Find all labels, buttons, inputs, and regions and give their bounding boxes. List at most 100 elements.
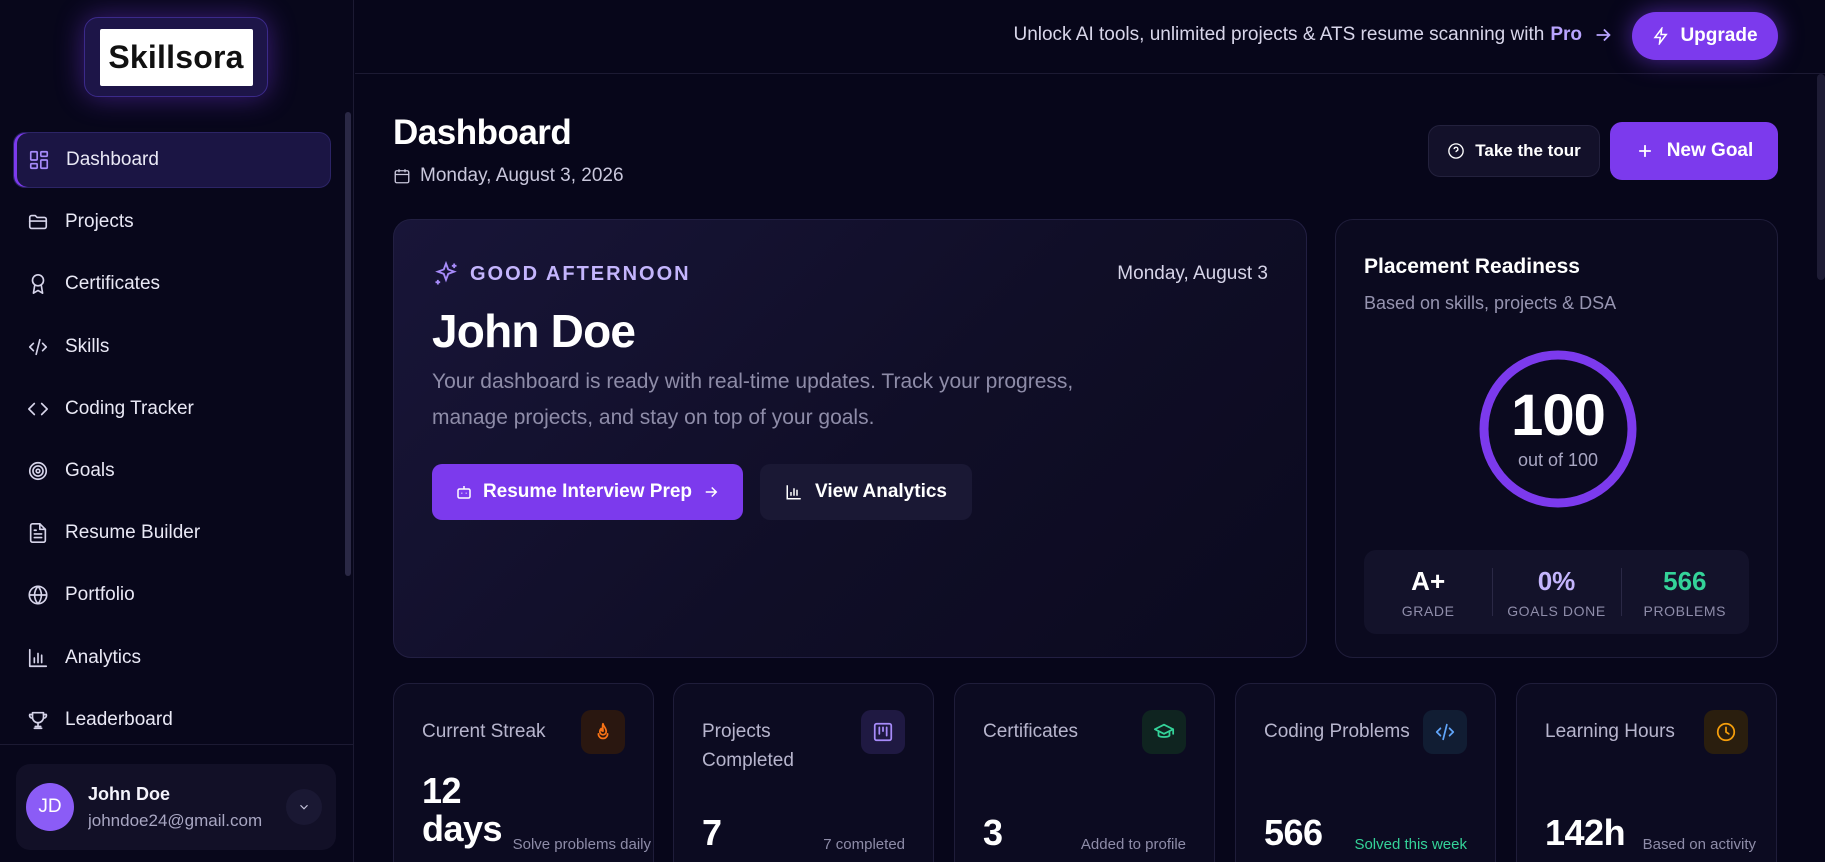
sidebar-item-goals[interactable]: Goals (13, 443, 331, 499)
welcome-date: Monday, August 3 (1117, 263, 1268, 284)
pro-promo[interactable]: Unlock AI tools, unlimited projects & AT… (1013, 24, 1614, 46)
resume-interview-prep-button[interactable]: Resume Interview Prep (432, 464, 743, 520)
stat-card-coding-problems[interactable]: Coding Problems 566 Solved this week (1235, 683, 1496, 862)
folder-icon (27, 211, 49, 233)
stat-card-value: 12 days (422, 770, 503, 849)
readiness-stats: A+ GRADE 0% GOALS DONE 566 PROBLEMS (1364, 550, 1749, 634)
placement-readiness-card: Placement Readiness Based on skills, pro… (1335, 219, 1778, 658)
clock-icon (1704, 710, 1748, 754)
graduation-cap-icon (1142, 710, 1186, 754)
user-card[interactable]: JD John Doe johndoe24@gmail.com (16, 764, 336, 850)
user-email: johndoe24@gmail.com (88, 810, 263, 830)
stat-card-label: Learning Hours (1545, 721, 1675, 742)
sidebar-item-portfolio[interactable]: Portfolio (13, 567, 331, 623)
chevrons-code-icon (27, 398, 49, 420)
stat-card-label: Current Streak (422, 721, 546, 742)
new-goal-label: New Goal (1666, 140, 1754, 161)
readiness-title: Placement Readiness (1364, 255, 1580, 278)
stat-card-value: 142h (1545, 812, 1626, 853)
sidebar-item-label: Coding Tracker (65, 397, 194, 419)
file-text-icon (27, 522, 49, 544)
bar-chart-icon (27, 647, 49, 669)
page-title: Dashboard (393, 113, 572, 152)
sidebar-item-label: Leaderboard (65, 708, 173, 730)
sidebar-scrollbar[interactable] (345, 112, 351, 576)
promo-pro: Pro (1550, 24, 1582, 45)
sidebar-item-label: Resume Builder (65, 522, 201, 544)
sidebar-nav: Dashboard Projects Certificates Skills C… (13, 132, 331, 754)
trophy-icon (27, 709, 49, 731)
stat-label: GOALS DONE (1507, 602, 1606, 619)
user-menu-button[interactable] (286, 789, 322, 825)
sidebar-item-leaderboard[interactable]: Leaderboard (13, 692, 331, 748)
topbar: Unlock AI tools, unlimited projects & AT… (355, 0, 1825, 74)
sidebar-item-certificates[interactable]: Certificates (13, 256, 331, 312)
sidebar-item-resume-builder[interactable]: Resume Builder (13, 505, 331, 561)
take-tour-label: Take the tour (1475, 141, 1581, 160)
readiness-stat-goals: 0% GOALS DONE (1492, 550, 1620, 634)
grid-icon (28, 149, 50, 171)
sidebar-item-projects[interactable]: Projects (13, 194, 331, 250)
stat-card-note: Solve problems daily (512, 836, 651, 853)
stat-card-value: 3 (983, 812, 1003, 853)
stat-card-note: Added to profile (1080, 836, 1186, 853)
welcome-name: John Doe (432, 305, 636, 357)
stat-card-value: 566 (1264, 812, 1323, 853)
stat-card-projects-completed[interactable]: Projects Completed 7 7 completed (673, 683, 934, 862)
readiness-stat-problems: 566 PROBLEMS (1620, 550, 1749, 634)
sparkles-icon (435, 260, 457, 285)
sidebar-item-label: Projects (65, 211, 134, 233)
promo-text: Unlock AI tools, unlimited projects & AT… (1013, 24, 1545, 45)
logo-text: Skillsora (99, 28, 253, 86)
sidebar-item-coding-tracker[interactable]: Coding Tracker (13, 381, 331, 437)
user-info: John Doe johndoe24@gmail.com (88, 784, 278, 831)
user-name: John Doe (88, 783, 171, 804)
stat-label: PROBLEMS (1643, 602, 1727, 619)
arrow-right-icon (705, 486, 718, 498)
stat-card-certificates[interactable]: Certificates 3 Added to profile (954, 683, 1215, 862)
greeting: GOOD AFTERNOON (432, 260, 691, 288)
sidebar-divider (0, 744, 354, 745)
target-icon (27, 460, 49, 482)
page-date-text: Monday, August 3, 2026 (420, 165, 624, 186)
readiness-stat-grade: A+ GRADE (1364, 550, 1492, 634)
stat-value: 566 (1663, 565, 1707, 596)
stat-card-label: Projects Completed (702, 721, 794, 771)
stat-card-label: Coding Problems (1264, 721, 1410, 742)
stat-card-label: Certificates (983, 721, 1079, 742)
zap-icon (1653, 27, 1669, 45)
upgrade-button[interactable]: Upgrade (1632, 12, 1778, 60)
sidebar-item-label: Skills (65, 335, 110, 357)
globe-icon (27, 584, 49, 606)
stat-card-learning-hours[interactable]: Learning Hours 142h Based on activity (1516, 683, 1777, 862)
view-analytics-button[interactable]: View Analytics (760, 464, 972, 520)
code-icon (1423, 710, 1467, 754)
sidebar-item-analytics[interactable]: Analytics (13, 630, 331, 686)
page-date: Monday, August 3, 2026 (393, 165, 624, 187)
stat-card-current-streak[interactable]: Current Streak 12 days Solve problems da… (393, 683, 654, 862)
sidebar-item-label: Portfolio (65, 584, 135, 606)
stat-card-note: Solved this week (1354, 836, 1467, 853)
welcome-card: GOOD AFTERNOON Monday, August 3 John Doe… (393, 219, 1307, 658)
stat-value: 0% (1537, 565, 1576, 596)
new-goal-button[interactable]: New Goal (1610, 122, 1778, 180)
stat-label: GRADE (1401, 602, 1455, 619)
readiness-score-max: out of 100 (1517, 450, 1599, 470)
readiness-subtitle: Based on skills, projects & DSA (1364, 293, 1617, 313)
view-analytics-label: View Analytics (814, 481, 947, 502)
brand-logo[interactable]: Skillsora (84, 17, 268, 97)
main-scrollbar[interactable] (1817, 74, 1825, 280)
sidebar-item-label: Goals (65, 459, 115, 481)
sidebar-item-label: Certificates (65, 273, 161, 295)
help-circle-icon (1448, 143, 1465, 159)
chevron-down-icon (300, 804, 308, 810)
welcome-description: Your dashboard is ready with real-time u… (432, 370, 1074, 429)
kanban-icon (861, 710, 905, 754)
arrow-right-icon (1596, 28, 1611, 42)
avatar: JD (26, 783, 74, 831)
readiness-score: 100 (1511, 383, 1606, 448)
stat-value: A+ (1411, 565, 1446, 596)
take-tour-button[interactable]: Take the tour (1428, 125, 1600, 177)
sidebar-item-skills[interactable]: Skills (13, 319, 331, 375)
sidebar-item-dashboard[interactable]: Dashboard (13, 132, 331, 188)
